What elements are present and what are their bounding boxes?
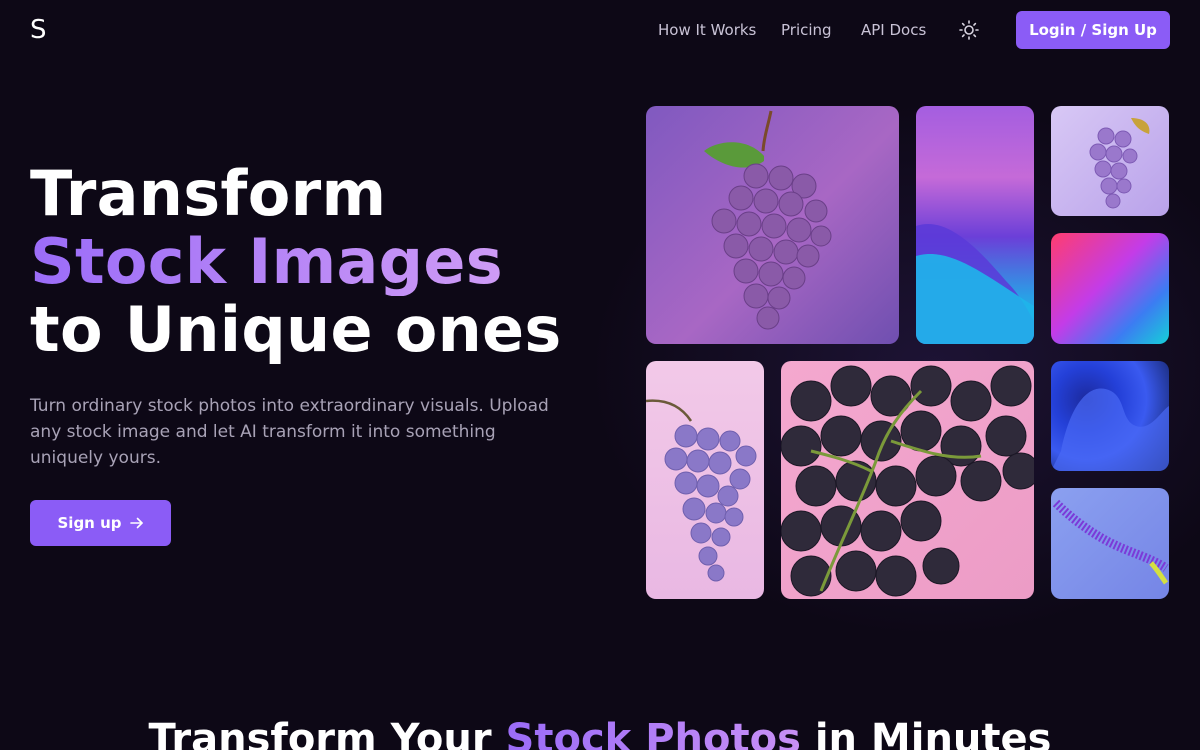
gallery-image-blue-fluid[interactable] bbox=[1051, 361, 1169, 471]
hero-title-line-3: to Unique ones bbox=[30, 293, 562, 366]
logo[interactable]: S bbox=[30, 14, 60, 46]
hero-title: Transform Stock Images to Unique ones bbox=[30, 160, 590, 364]
gallery-image-wave-abstract[interactable] bbox=[916, 106, 1034, 344]
nav-link-pricing[interactable]: Pricing bbox=[781, 20, 832, 40]
hero-title-line-1: Transform bbox=[30, 157, 387, 230]
signup-button-label: Sign up bbox=[57, 514, 122, 532]
section-title: Transform Your Stock Photos in Minutes bbox=[0, 714, 1200, 750]
hero-subtitle: Turn ordinary stock photos into extraord… bbox=[30, 396, 549, 468]
gallery-image-small-grapes[interactable] bbox=[1051, 106, 1169, 216]
hero-title-accent: Stock Images bbox=[30, 228, 590, 296]
arrow-right-icon bbox=[129, 517, 143, 529]
top-nav: S How It Works Pricing API Docs Login / … bbox=[0, 0, 1200, 60]
nav-link-how-it-works[interactable]: How It Works bbox=[658, 20, 756, 40]
gallery-image-dark-grapes[interactable] bbox=[781, 361, 1034, 599]
section-title-end: in Minutes bbox=[800, 716, 1052, 750]
gallery-image-grape-illustration[interactable] bbox=[646, 106, 899, 344]
gallery-image-gradient[interactable] bbox=[1051, 233, 1169, 344]
login-signup-button[interactable]: Login / Sign Up bbox=[1016, 11, 1170, 49]
signup-button[interactable]: Sign up bbox=[30, 500, 171, 546]
gallery-image-grape-photo[interactable] bbox=[646, 361, 764, 599]
section-title-accent: Stock Photos bbox=[506, 716, 801, 750]
section-title-start: Transform Your bbox=[148, 716, 506, 750]
nav-link-api-docs[interactable]: API Docs bbox=[861, 20, 926, 40]
sun-icon[interactable] bbox=[958, 19, 980, 41]
gallery-image-purple-ribbon[interactable] bbox=[1051, 488, 1169, 599]
